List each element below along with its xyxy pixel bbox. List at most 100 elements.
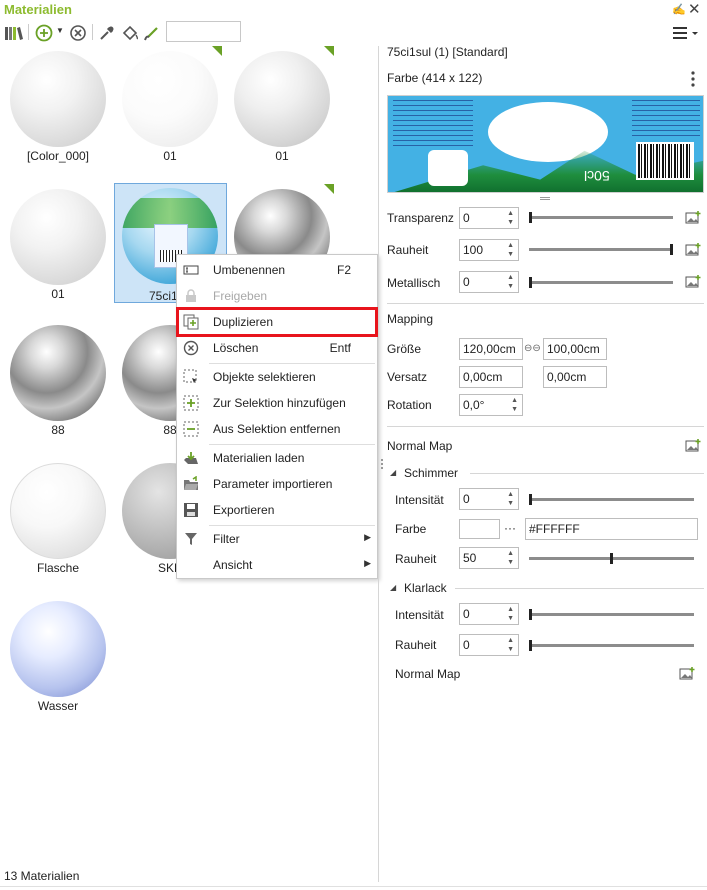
menu-item-load-materials[interactable]: Materialien laden [177,446,377,470]
slider-thumb[interactable] [529,609,532,620]
submenu-arrow-icon: ▶ [364,532,371,542]
material-tile[interactable]: Wasser [2,596,114,714]
color-picker-ellipsis-icon[interactable]: ··· [504,521,516,535]
menu-item-share[interactable]: Freigeben [177,284,377,308]
remove-material-icon[interactable] [69,24,87,42]
menu-item-view[interactable]: Ansicht ▶ [177,553,377,577]
offset-x-input[interactable]: 0,00cm [459,366,523,388]
add-image-icon[interactable] [685,210,701,224]
close-icon[interactable]: ✕ [688,0,701,18]
material-label: 01 [51,287,65,301]
slider-thumb[interactable] [610,553,613,564]
resize-handle[interactable] [540,197,550,200]
sheen-roughness-spinner[interactable]: 50 ▲ ▼ [459,547,519,569]
spin-down-icon[interactable]: ▼ [507,646,514,653]
spinner-value: 0 [463,275,470,289]
pin-icon[interactable]: ✍ [672,3,686,16]
delete-icon [183,340,199,356]
spin-down-icon[interactable]: ▼ [507,283,514,290]
spin-up-icon[interactable]: ▲ [511,397,518,404]
menu-item-remove-from-selection[interactable]: Aus Selektion entfernen [177,417,377,441]
spin-up-icon[interactable]: ▲ [507,274,514,281]
metallic-slider[interactable] [529,281,673,284]
spin-up-icon[interactable]: ▲ [507,606,514,613]
add-image-icon[interactable] [685,438,701,452]
sheen-intensity-spinner[interactable]: 0 ▲ ▼ [459,488,519,510]
panel-divider[interactable] [378,46,379,882]
spin-up-icon[interactable]: ▲ [507,242,514,249]
collapse-triangle-icon[interactable]: ◢ [390,583,396,592]
spin-down-icon[interactable]: ▼ [507,251,514,258]
clearcoat-roughness-slider[interactable] [529,644,694,647]
metallic-spinner[interactable]: 0 ▲ ▼ [459,271,519,293]
spin-down-icon[interactable]: ▼ [507,559,514,566]
size-width-input[interactable]: 120,00cm [459,338,523,360]
context-menu: Umbenennen F2 Freigeben Duplizieren Lösc… [176,254,378,579]
spin-up-icon[interactable]: ▲ [507,637,514,644]
spin-up-icon[interactable]: ▲ [507,210,514,217]
roughness-spinner[interactable]: 100 ▲ ▼ [459,239,519,261]
more-options-icon[interactable] [689,70,697,88]
menu-item-shortcut: F2 [336,263,351,277]
add-material-icon[interactable] [35,24,53,42]
rotation-spinner[interactable]: 0,0° ▲ ▼ [459,394,523,416]
save-icon [184,503,198,517]
menu-item-label: Exportieren [213,503,275,517]
transparency-slider[interactable] [529,216,673,219]
roughness-slider[interactable] [529,248,673,251]
slider-thumb[interactable] [529,494,532,505]
spin-up-icon[interactable]: ▲ [507,550,514,557]
menu-item-rename[interactable]: Umbenennen F2 [177,258,377,282]
sheen-color-hex-input[interactable]: #FFFFFF [525,518,698,540]
library-icon[interactable] [4,24,24,42]
clearcoat-intensity-spinner[interactable]: 0 ▲ ▼ [459,603,519,625]
spin-down-icon[interactable]: ▼ [507,500,514,507]
clearcoat-roughness-spinner[interactable]: 0 ▲ ▼ [459,634,519,656]
brush-icon[interactable] [143,24,161,42]
size-height-input[interactable]: 100,00cm [543,338,607,360]
sheen-color-swatch[interactable] [459,519,500,539]
offset-y-input[interactable]: 0,00cm [543,366,607,388]
field-value: #FFFFFF [529,522,580,536]
menu-item-delete[interactable]: Löschen Entf [177,336,377,360]
spin-up-icon[interactable]: ▲ [507,491,514,498]
slider-thumb[interactable] [529,277,532,288]
clearcoat-intensity-slider[interactable] [529,613,694,616]
menu-item-export[interactable]: Exportieren [177,498,377,522]
material-tile[interactable]: 88 [2,320,114,438]
collapse-triangle-icon[interactable]: ◢ [390,468,396,477]
menu-item-filter[interactable]: Filter ▶ [177,527,377,551]
add-selection-icon [183,395,199,411]
slider-thumb[interactable] [529,640,532,651]
texture-preview[interactable]: 50cl [387,95,704,193]
link-aspect-icon[interactable]: ⊖⊖ [524,343,541,354]
paint-bucket-icon[interactable] [121,24,139,42]
spin-down-icon[interactable]: ▼ [507,615,514,622]
panel-title: Materialien [4,2,72,17]
menu-item-add-to-selection[interactable]: Zur Selektion hinzufügen [177,391,377,415]
add-image-icon[interactable] [679,666,695,680]
material-tile[interactable]: 01 [2,184,114,302]
slider-thumb[interactable] [529,212,532,223]
splitter-grip[interactable] [381,459,383,471]
menu-item-select-objects[interactable]: Objekte selektieren [177,365,377,389]
material-tile[interactable]: 01 [226,46,338,164]
sheen-intensity-slider[interactable] [529,498,694,501]
sheen-roughness-label: Rauheit [395,552,437,566]
slider-thumb[interactable] [670,244,673,255]
spin-down-icon[interactable]: ▼ [511,406,518,413]
material-tile[interactable]: Flasche [2,458,114,576]
menu-icon[interactable] [671,24,701,42]
menu-item-import-parameters[interactable]: Parameter importieren [177,472,377,496]
eyedropper-icon[interactable] [98,24,116,42]
material-tile[interactable]: [Color_000] [2,46,114,164]
sheen-title: Schimmer [404,466,459,480]
chevron-down-icon[interactable]: ▼ [56,26,64,35]
spin-down-icon[interactable]: ▼ [507,219,514,226]
material-tile[interactable]: 01 [114,46,226,164]
spinner-value: 0 [463,492,470,506]
transparency-spinner[interactable]: 0 ▲ ▼ [459,207,519,229]
add-image-icon[interactable] [685,274,701,288]
material-search-input[interactable] [166,21,241,42]
add-image-icon[interactable] [685,242,701,256]
